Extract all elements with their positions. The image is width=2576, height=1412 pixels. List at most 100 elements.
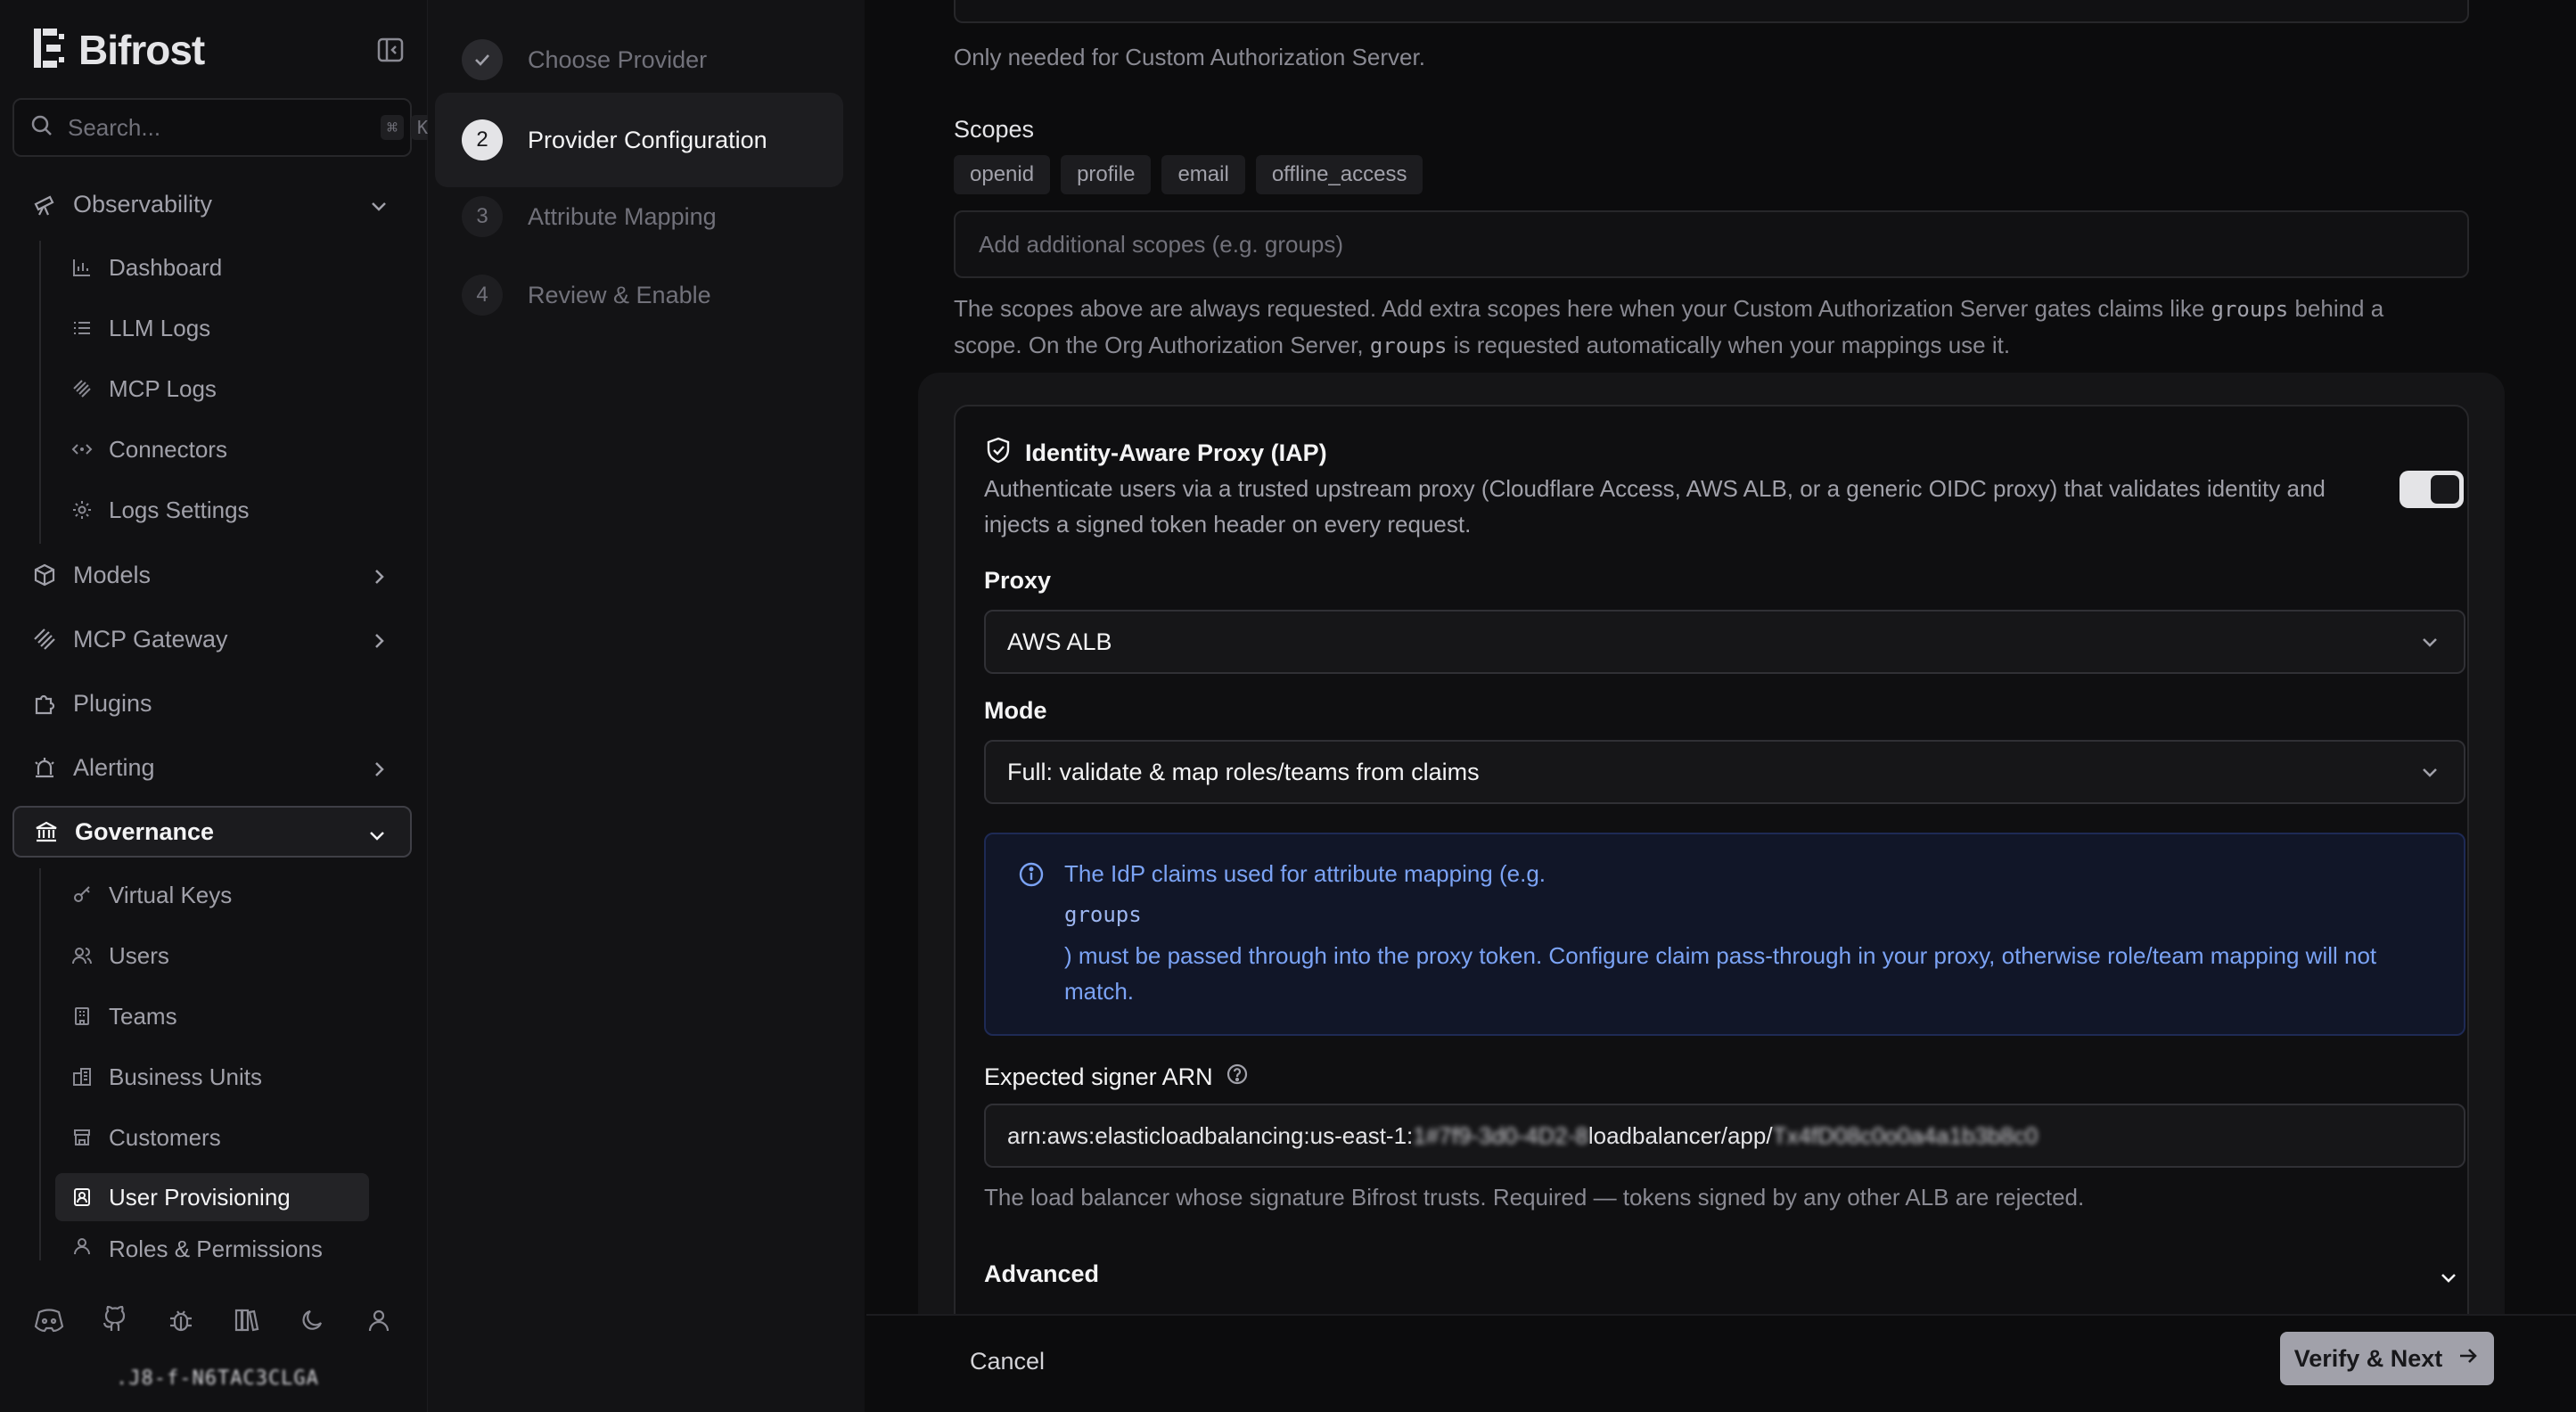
nav-mcp-gateway[interactable]: MCP Gateway [12,613,412,665]
chevron-down-icon [2437,1266,2460,1295]
sidebar-item-dashboard[interactable]: Dashboard [55,244,369,291]
verify-next-label: Verify & Next [2293,1344,2443,1372]
help-circle-icon[interactable] [1226,1063,1249,1092]
list-icon [71,317,93,339]
info-text-part: ) must be passed through into the proxy … [1064,942,2377,1005]
chevron-down-icon [367,824,387,851]
iap-toggle[interactable] [2400,471,2464,508]
nav-models[interactable]: Models [12,549,412,601]
chevron-down-icon [2419,761,2441,789]
user-icon[interactable] [362,1303,396,1337]
sidebar-item-label: Business Units [109,1063,262,1090]
signer-arn-input[interactable]: arn:aws:elasticloadbalancing:us-east-1: 1… [984,1104,2465,1168]
mcp-gateway-icon [32,627,57,652]
proxy-select[interactable]: AWS ALB [984,610,2465,674]
nav-rail [39,241,41,544]
sidebar-item-roles-permissions[interactable]: Roles & Permissions [55,1236,369,1262]
step-review-enable[interactable]: 4 Review & Enable [435,248,843,342]
arn-hint: The load balancer whose signature Bifros… [984,1184,2085,1211]
mcp-icon [71,378,93,399]
siren-icon [32,755,57,780]
nav-plugins[interactable]: Plugins [12,677,412,729]
bank-icon [34,819,59,844]
scopes-hint: The scopes above are always requested. A… [954,291,2487,364]
wizard-footer: Cancel Verify & Next [866,1314,2576,1412]
mode-label: Mode [984,697,1047,724]
chevron-right-icon [369,758,389,785]
chevron-right-icon [369,565,389,593]
arn-middle: loadbalancer/app/ [1587,1121,1773,1149]
search-input[interactable] [68,113,366,142]
nav-alerting[interactable]: Alerting [12,742,412,793]
sidebar-item-label: Users [109,941,169,969]
sidebar-item-label: Connectors [109,435,227,463]
step-label: Choose Provider [528,45,708,73]
chevron-down-icon [369,194,389,222]
sidebar-item-label: Customers [109,1123,221,1151]
brand: Bifrost [34,25,205,75]
key-icon [71,884,93,906]
verify-next-button[interactable]: Verify & Next [2280,1332,2494,1385]
shield-check-icon [986,437,1011,470]
sidebar-item-label: LLM Logs [109,314,211,341]
version-label: .J8-f-N6TAC3CLGA [116,1367,319,1390]
sidebar: Bifrost ⌘ K Observability Dashbo [0,0,435,1412]
buildings-icon [71,1066,93,1088]
main-content: Only needed for Custom Authorization Ser… [866,0,2576,1412]
scopes-hint-text: scope. On the Org Authorization Server, [954,332,1370,358]
bug-icon[interactable] [164,1303,198,1337]
advanced-toggle[interactable]: Advanced [984,1260,2465,1296]
scopes-hint-code: groups [1369,333,1448,358]
claims-info-alert: The IdP claims used for attribute mappin… [984,833,2465,1036]
app-root: Bifrost ⌘ K Observability Dashbo [0,0,2576,1412]
mode-select[interactable]: Full: validate & map roles/teams from cl… [984,740,2465,804]
code-brackets-icon [71,439,93,460]
sidebar-item-business-units[interactable]: Business Units [55,1054,369,1100]
info-text-part: The IdP claims used for attribute mappin… [1064,860,1546,887]
store-icon [71,1127,93,1148]
sidebar-collapse-icon[interactable] [373,34,408,66]
sidebar-item-label: User Provisioning [109,1183,291,1211]
brand-name: Bifrost [78,27,205,73]
puzzle-icon [32,691,57,716]
iap-title: Identity-Aware Proxy (IAP) [986,437,1327,470]
sidebar-footer [32,1303,396,1337]
step-number: 2 [462,119,503,160]
nav-observability-label: Observability [73,190,213,218]
sidebar-item-mcp-logs[interactable]: MCP Logs [55,365,369,412]
scope-chip: openid [954,155,1051,194]
claims-info-text: The IdP claims used for attribute mappin… [1064,856,2437,1009]
sidebar-item-label: Dashboard [109,253,223,281]
moon-icon[interactable] [296,1303,330,1337]
search-icon [30,114,53,142]
iap-description: Authenticate users via a trusted upstrea… [984,475,2326,538]
user-shield-icon [71,1236,93,1257]
custom-auth-hint: Only needed for Custom Authorization Ser… [954,44,1425,70]
cube-icon [32,562,57,587]
sidebar-item-user-provisioning[interactable]: User Provisioning [55,1173,369,1221]
docs-icon[interactable] [230,1303,264,1337]
cancel-button[interactable]: Cancel [970,1348,1045,1375]
nav-governance[interactable]: Governance [12,806,412,858]
sidebar-item-users[interactable]: Users [55,932,369,979]
sidebar-item-teams[interactable]: Teams [55,993,369,1039]
bifrost-logo-icon [34,28,66,72]
sidebar-item-connectors[interactable]: Connectors [55,426,369,472]
step-number: 4 [462,275,503,316]
sidebar-item-llm-logs[interactable]: LLM Logs [55,305,369,351]
github-icon[interactable] [98,1303,132,1337]
nav-observability[interactable]: Observability [12,178,412,230]
search-shortcut: ⌘ K [381,115,435,140]
authorization-server-input[interactable] [954,0,2469,23]
discord-icon[interactable] [32,1303,66,1337]
scopes-hint-text: is requested automatically when your map… [1447,332,2011,358]
sidebar-item-virtual-keys[interactable]: Virtual Keys [55,872,369,918]
search-box[interactable]: ⌘ K [12,98,435,157]
nav-mcp-gateway-label: MCP Gateway [73,625,228,653]
telescope-icon [32,192,57,217]
sidebar-item-customers[interactable]: Customers [55,1114,369,1161]
chevron-right-icon [369,629,389,657]
additional-scopes-input[interactable]: Add additional scopes (e.g. groups) [954,210,2469,278]
sidebar-item-logs-settings[interactable]: Logs Settings [55,487,369,533]
arn-label: Expected signer ARN [984,1063,1249,1092]
